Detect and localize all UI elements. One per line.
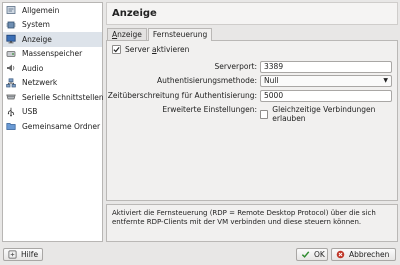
general-settings-icon xyxy=(6,5,16,15)
system-chip-icon xyxy=(6,20,16,30)
sidebar-item-gemeinsame-ordner[interactable]: Gemeinsame Ordner xyxy=(3,119,102,134)
sidebar-item-system[interactable]: System xyxy=(3,18,102,33)
help-button[interactable]: Hilfe xyxy=(3,248,43,261)
auth-timeout-input[interactable]: 5000 xyxy=(260,90,392,102)
usb-icon xyxy=(6,107,16,117)
auth-method-value: Null xyxy=(264,76,279,85)
help-label: Hilfe xyxy=(21,250,39,259)
sidebar-item-usb[interactable]: USB xyxy=(3,105,102,120)
ok-button[interactable]: OK xyxy=(296,248,328,261)
sidebar-item-label: Anzeige xyxy=(22,34,52,44)
sidebar-item-label: Netzwerk xyxy=(22,78,58,88)
help-icon xyxy=(8,250,17,259)
info-panel: Aktiviert die Fernsteuerung (RDP = Remot… xyxy=(106,204,398,242)
checkmark-icon xyxy=(113,47,120,53)
checkmark-icon xyxy=(301,250,310,259)
sidebar-item-massenspeicher[interactable]: Massenspeicher xyxy=(3,47,102,62)
auth-timeout-label: Zeitüberschreitung für Authentisierung: xyxy=(107,91,257,100)
server-port-input[interactable]: 3389 xyxy=(260,61,392,73)
chevron-down-icon: ▼ xyxy=(383,77,388,84)
sidebar-item-label: Allgemein xyxy=(22,5,60,15)
network-icon xyxy=(6,78,16,88)
serial-port-icon xyxy=(6,92,16,102)
multi-conn-row[interactable]: Gleichzeitige Verbindungen erlauben xyxy=(260,105,397,123)
settings-category-list: Allgemein System Anzeige Massenspeicher … xyxy=(2,2,104,242)
display-monitor-icon xyxy=(6,34,16,44)
tab-label: Fernsteuerung xyxy=(152,30,208,39)
sidebar-item-label: USB xyxy=(22,107,38,117)
sidebar-item-label: System xyxy=(22,20,50,30)
remote-display-pane: Server aktivieren Serverport: 3389 Authe… xyxy=(106,40,398,201)
sidebar-item-audio[interactable]: Audio xyxy=(3,61,102,76)
cancel-button[interactable]: Abbrechen xyxy=(331,248,396,261)
info-text: Aktiviert die Fernsteuerung (RDP = Remot… xyxy=(112,209,376,226)
tab-fernsteuerung[interactable]: Fernsteuerung xyxy=(147,28,213,41)
audio-speaker-icon xyxy=(6,63,16,73)
multi-conn-label: Gleichzeitige Verbindungen erlauben xyxy=(272,105,376,123)
cancel-icon xyxy=(336,250,345,259)
sidebar-item-label: Massenspeicher xyxy=(22,49,83,59)
cancel-label: Abbrechen xyxy=(349,250,390,259)
server-enable-label: Server aktivieren xyxy=(125,45,190,54)
sidebar-item-anzeige[interactable]: Anzeige xyxy=(3,32,102,47)
auth-method-label: Authentisierungsmethode: xyxy=(157,76,257,85)
storage-disk-icon xyxy=(6,49,16,59)
page-title: Anzeige xyxy=(106,2,398,25)
auth-method-select[interactable]: Null ▼ xyxy=(260,75,392,87)
multi-conn-checkbox[interactable] xyxy=(260,109,269,119)
sidebar-item-netzwerk[interactable]: Netzwerk xyxy=(3,76,102,91)
server-enable-row[interactable]: Server aktivieren xyxy=(112,45,189,54)
extended-settings-label: Erweiterte Einstellungen: xyxy=(162,105,257,114)
sidebar-item-label: Gemeinsame Ordner xyxy=(22,121,101,131)
port-label: Serverport: xyxy=(214,62,258,71)
sidebar-item-allgemein[interactable]: Allgemein xyxy=(3,3,102,18)
shared-folder-icon xyxy=(6,121,16,131)
sidebar-item-serielle-schnittstellen[interactable]: Serielle Schnittstellen xyxy=(3,90,104,105)
sidebar-item-label: Serielle Schnittstellen xyxy=(22,92,104,102)
tab-label-rest: nzeige xyxy=(117,30,142,39)
ok-label: OK xyxy=(314,250,325,259)
server-enable-checkbox[interactable] xyxy=(112,45,121,54)
sidebar-item-label: Audio xyxy=(22,63,44,73)
settings-page: Anzeige Anzeige Fernsteuerung Server akt… xyxy=(106,2,398,242)
